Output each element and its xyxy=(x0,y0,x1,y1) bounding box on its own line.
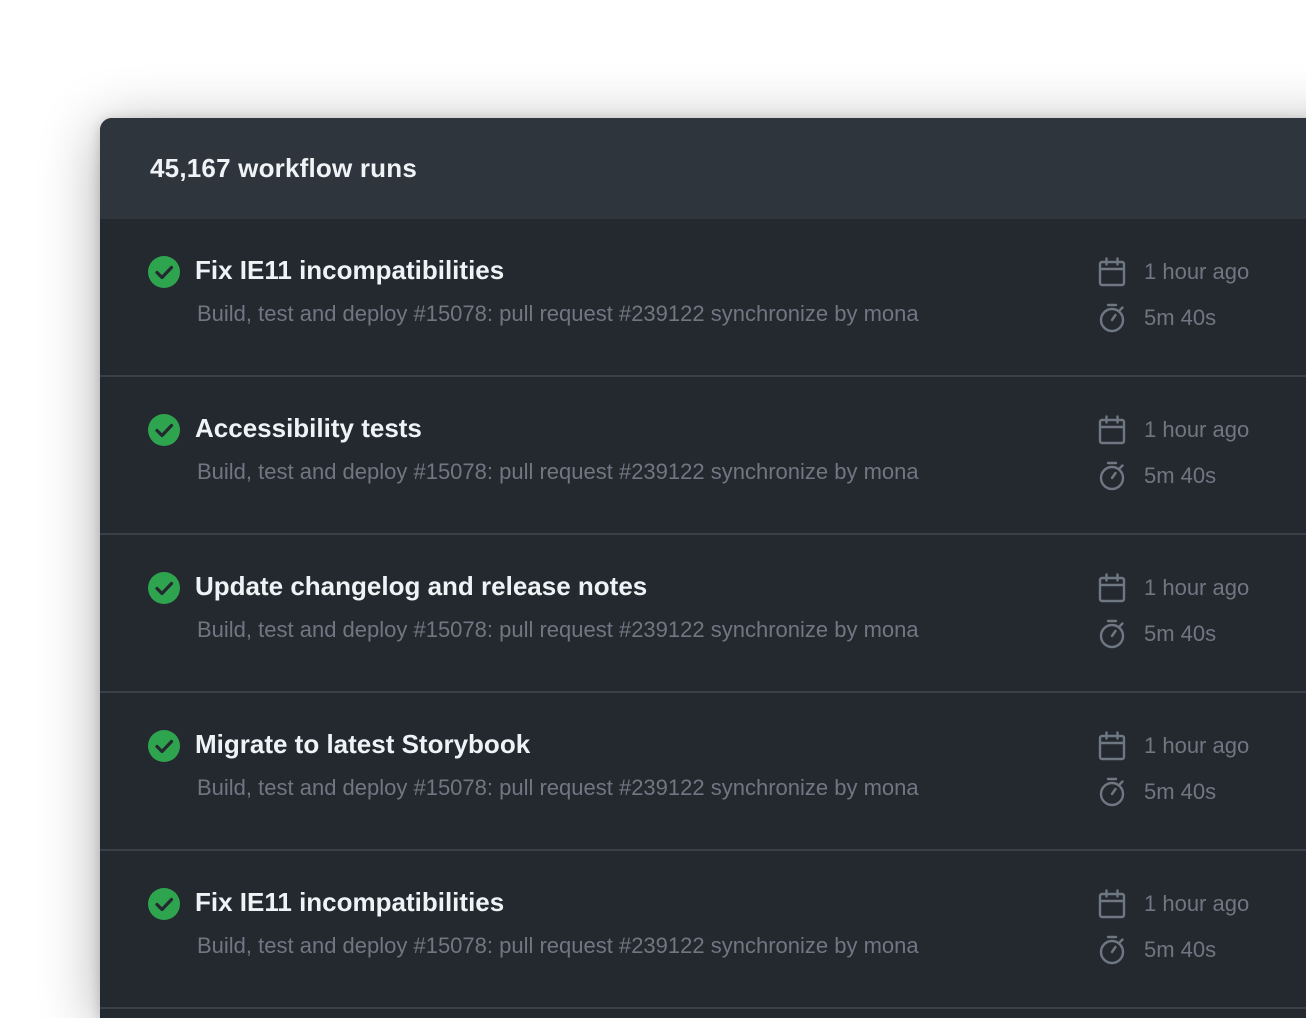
workflow-run-subtitle: Build, test and deploy #15078: pull requ… xyxy=(197,617,919,642)
calendar-icon xyxy=(1098,415,1126,445)
workflow-run-subtitle: Build, test and deploy #15078: pull requ… xyxy=(197,301,919,326)
workflow-run-subtitle: Build, test and deploy #15078: pull requ… xyxy=(197,933,919,958)
run-time-text: 1 hour ago xyxy=(1144,259,1250,284)
run-time-text: 1 hour ago xyxy=(1144,417,1250,442)
stopwatch-icon xyxy=(1099,461,1125,491)
check-circle-icon xyxy=(148,414,180,446)
workflow-run-title[interactable]: Fix IE11 incompatibilities xyxy=(195,887,504,918)
run-time: 1 hour ago xyxy=(1098,731,1249,761)
workflow-run-row[interactable]: Accessibility tests Build, test and depl… xyxy=(100,377,1306,535)
run-duration: 5m 40s xyxy=(1098,935,1216,965)
workflow-run-title[interactable]: Fix IE11 incompatibilities xyxy=(195,255,504,286)
check-circle-icon xyxy=(148,888,180,920)
workflow-run-row[interactable]: Update changelog and release notes Build… xyxy=(100,535,1306,693)
run-duration: 5m 40s xyxy=(1098,303,1216,333)
check-circle-icon xyxy=(148,256,180,288)
workflow-run-title[interactable]: Migrate to latest Storybook xyxy=(195,729,530,760)
run-duration-text: 5m 40s xyxy=(1144,463,1217,488)
stopwatch-icon xyxy=(1099,619,1125,649)
workflow-runs-count: 45,167 workflow runs xyxy=(150,153,417,183)
run-duration: 5m 40s xyxy=(1098,777,1216,807)
run-time: 1 hour ago xyxy=(1098,257,1249,287)
run-time: 1 hour ago xyxy=(1098,889,1249,919)
run-time-text: 1 hour ago xyxy=(1144,733,1250,758)
workflow-run-row[interactable]: Migrate to latest Storybook Build, test … xyxy=(100,693,1306,851)
calendar-icon xyxy=(1098,257,1126,287)
workflow-run-row[interactable]: Fix IE11 incompatibilities Build, test a… xyxy=(100,851,1306,1009)
workflow-run-list: Fix IE11 incompatibilities Build, test a… xyxy=(100,219,1306,1009)
panel-header: 45,167 workflow runs xyxy=(100,118,1306,219)
calendar-icon xyxy=(1098,889,1126,919)
run-time: 1 hour ago xyxy=(1098,573,1249,603)
run-time-text: 1 hour ago xyxy=(1144,575,1250,600)
run-time-text: 1 hour ago xyxy=(1144,891,1250,916)
workflow-run-title[interactable]: Update changelog and release notes xyxy=(195,571,647,602)
workflow-run-subtitle: Build, test and deploy #15078: pull requ… xyxy=(197,459,919,484)
workflow-runs-panel: 45,167 workflow runs Fix IE11 incompatib… xyxy=(100,118,1306,1018)
run-duration-text: 5m 40s xyxy=(1144,937,1217,962)
run-duration-text: 5m 40s xyxy=(1144,779,1217,804)
check-circle-icon xyxy=(148,572,180,604)
stopwatch-icon xyxy=(1099,777,1125,807)
stopwatch-icon xyxy=(1099,935,1125,965)
run-duration: 5m 40s xyxy=(1098,461,1216,491)
workflow-run-subtitle: Build, test and deploy #15078: pull requ… xyxy=(197,775,919,800)
stopwatch-icon xyxy=(1099,303,1125,333)
workflow-run-title[interactable]: Accessibility tests xyxy=(195,413,422,444)
run-time: 1 hour ago xyxy=(1098,415,1249,445)
run-duration-text: 5m 40s xyxy=(1144,305,1217,330)
run-duration: 5m 40s xyxy=(1098,619,1216,649)
check-circle-icon xyxy=(148,730,180,762)
workflow-run-row[interactable]: Fix IE11 incompatibilities Build, test a… xyxy=(100,219,1306,377)
run-duration-text: 5m 40s xyxy=(1144,621,1217,646)
calendar-icon xyxy=(1098,731,1126,761)
calendar-icon xyxy=(1098,573,1126,603)
